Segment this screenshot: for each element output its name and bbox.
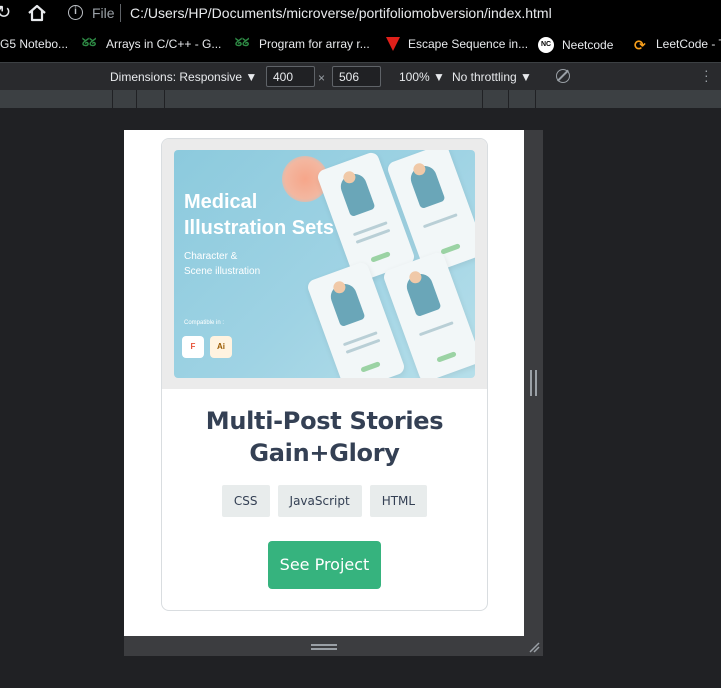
- times-sign: ×: [318, 71, 326, 85]
- bookmark-label: Program for array r...: [259, 37, 370, 51]
- zoom-dropdown[interactable]: 100% ▼: [399, 70, 445, 84]
- reload-icon[interactable]: ↻: [0, 3, 12, 21]
- dimensions-dropdown[interactable]: Dimensions: Responsive ▼: [110, 70, 257, 84]
- hero-subtitle: Character & Scene illustration: [184, 249, 260, 279]
- project-card: Medical Illustration Sets Character & Sc…: [161, 138, 488, 611]
- project-screenshot: Medical Illustration Sets Character & Sc…: [174, 150, 475, 378]
- see-project-button[interactable]: See Project: [268, 541, 381, 589]
- viewport-right-resizer[interactable]: [524, 130, 543, 636]
- bookmark-label: G5 Notebo...: [0, 37, 69, 51]
- info-icon[interactable]: i: [68, 5, 83, 20]
- rotate-icon[interactable]: [556, 69, 570, 83]
- media-query-tick: [164, 90, 165, 108]
- bookmark-arrays-in-c[interactable]: ᘜᘜ Arrays in C/C++ - G...: [82, 37, 221, 51]
- media-query-tick: [508, 90, 509, 108]
- page-viewport: Medical Illustration Sets Character & Sc…: [124, 130, 524, 636]
- bookmark-program-for-array[interactable]: ᘜᘜ Program for array r...: [235, 37, 370, 51]
- tag-javascript: JavaScript: [277, 485, 362, 517]
- bookmark-label: Neetcode: [562, 38, 614, 52]
- text-line: [422, 213, 458, 229]
- project-title: Multi-Post Stories Gain+Glory: [205, 407, 444, 467]
- media-query-tick: [136, 90, 137, 108]
- tag-html: HTML: [369, 485, 428, 517]
- tag-css: CSS: [221, 485, 270, 517]
- bookmark-leetcode[interactable]: ⟳ LeetCode - T: [634, 37, 721, 53]
- leetcode-icon: ⟳: [634, 37, 646, 53]
- media-query-bar[interactable]: [0, 90, 721, 108]
- button-pill: [436, 351, 457, 363]
- button-pill: [360, 361, 381, 373]
- hero-subtitle-line: Scene illustration: [184, 266, 261, 277]
- url-field[interactable]: C:/Users/HP/Documents/microverse/portifo…: [130, 5, 552, 21]
- height-input[interactable]: 506: [332, 66, 381, 87]
- bookmark-neetcode[interactable]: NC Neetcode: [538, 37, 613, 53]
- media-query-tick: [535, 90, 536, 108]
- gfg-icon: ᘜᘜ: [235, 37, 250, 49]
- bookmarks-bar: G5 Notebo... ᘜᘜ Arrays in C/C++ - G... ᘜ…: [0, 26, 721, 62]
- media-query-tick: [112, 90, 113, 108]
- address-bar: ↻ i File C:/Users/HP/Documents/microvers…: [0, 0, 721, 26]
- hero-subtitle-line: Character &: [184, 251, 238, 262]
- bookmark-label: Arrays in C/C++ - G...: [106, 37, 222, 51]
- divider: [120, 4, 121, 22]
- file-label: File: [92, 5, 115, 21]
- escape-icon: [386, 37, 400, 51]
- card-image-container: Medical Illustration Sets Character & Sc…: [162, 139, 487, 389]
- button-pill: [440, 243, 461, 255]
- corner-resize-icon[interactable]: [528, 641, 540, 653]
- compatible-label: Compatible in :: [184, 320, 225, 326]
- hero-title: Medical Illustration Sets: [184, 191, 335, 239]
- bookmark-label: LeetCode - T: [656, 37, 721, 51]
- device-toolbar: Dimensions: Responsive ▼ 400 × 506 100% …: [0, 62, 721, 90]
- bookmark-escape-sequence[interactable]: Escape Sequence in...: [386, 37, 528, 51]
- resize-handle-icon[interactable]: [311, 644, 337, 650]
- neetcode-icon: NC: [538, 37, 554, 53]
- throttling-dropdown[interactable]: No throttling ▼: [452, 70, 532, 84]
- gfg-icon: ᘜᘜ: [82, 37, 97, 49]
- viewport-bottom-resizer[interactable]: [124, 636, 543, 656]
- figma-icon: F: [182, 336, 204, 358]
- width-input[interactable]: 400: [266, 66, 315, 87]
- bookmark-label: Escape Sequence in...: [408, 37, 529, 51]
- home-icon[interactable]: [27, 3, 47, 23]
- tag-list: CSS JavaScript HTML: [162, 485, 487, 517]
- text-line: [418, 321, 454, 337]
- illustrator-icon: Ai: [210, 336, 232, 358]
- more-options-icon[interactable]: · · ·: [704, 63, 710, 87]
- button-pill: [370, 251, 391, 263]
- media-query-tick: [482, 90, 483, 108]
- bookmark-g5-notebook[interactable]: G5 Notebo...: [0, 37, 68, 51]
- resize-handle-icon[interactable]: [530, 370, 537, 396]
